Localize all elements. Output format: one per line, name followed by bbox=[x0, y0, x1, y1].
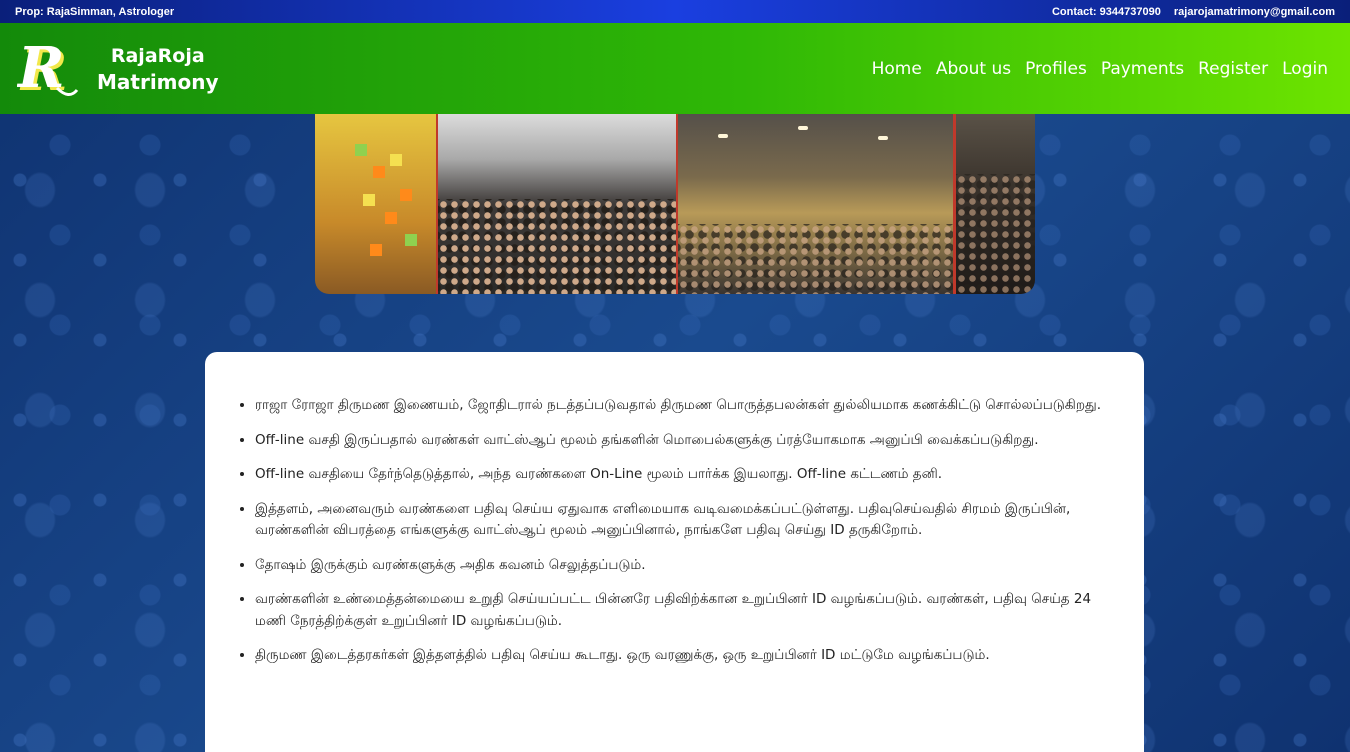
list-item: Off-line வசதி இருப்பதால் வரண்கள் வாட்ஸ்ஆ… bbox=[255, 430, 1114, 452]
list-item: Off-line வசதியை தேர்ந்தெடுத்தால், அந்த வ… bbox=[255, 464, 1114, 486]
top-info-bar: Prop: RajaSimman, Astrologer Contact: 93… bbox=[0, 0, 1350, 23]
brand[interactable]: R R RajaRoja Matrimony bbox=[16, 35, 219, 104]
banner-photo-crowd bbox=[438, 114, 676, 294]
contact-phone: Contact: 9344737090 bbox=[1051, 5, 1161, 18]
list-item: தோஷம் இருக்கும் வரண்களுக்கு அதிக கவனம் ச… bbox=[255, 555, 1114, 577]
list-item: திருமண இடைத்தரகர்கள் இத்தளத்தில் பதிவு ச… bbox=[255, 645, 1114, 667]
nav-profiles[interactable]: Profiles bbox=[1025, 59, 1087, 79]
brand-name[interactable]: RajaRoja Matrimony bbox=[97, 43, 219, 95]
nav-menu: Home About us Profiles Payments Register… bbox=[858, 59, 1328, 79]
list-item: இத்தளம், அனைவரும் வரண்களை பதிவு செய்ய ஏத… bbox=[255, 499, 1114, 542]
banner-photo-lounge bbox=[678, 114, 954, 294]
nav-login[interactable]: Login bbox=[1282, 59, 1328, 79]
banner-photo-people bbox=[956, 114, 1035, 294]
contact-info: Contact: 9344737090 rajarojamatrimony@gm… bbox=[1052, 6, 1335, 18]
nav-register[interactable]: Register bbox=[1198, 59, 1268, 79]
main-navbar: R R RajaRoja Matrimony Home About us Pro… bbox=[0, 23, 1350, 114]
banner-photo-sticky-notes bbox=[315, 114, 436, 294]
info-card: ராஜா ரோஜா திருமண இணையம், ஜோதிடரால் நடத்த… bbox=[205, 352, 1144, 752]
list-item: ராஜா ரோஜா திருமண இணையம், ஜோதிடரால் நடத்த… bbox=[255, 395, 1114, 417]
brand-name-line1: RajaRoja bbox=[110, 44, 205, 67]
brand-logo-icon[interactable]: R R bbox=[16, 35, 79, 104]
nav-home[interactable]: Home bbox=[872, 59, 922, 79]
brand-name-line2: Matrimony bbox=[97, 69, 219, 94]
hero-banner-image bbox=[315, 114, 1035, 294]
contact-email[interactable]: rajarojamatrimony@gmail.com bbox=[1174, 6, 1335, 18]
nav-payments[interactable]: Payments bbox=[1101, 59, 1184, 79]
info-list: ராஜா ரோஜா திருமண இணையம், ஜோதிடரால் நடத்த… bbox=[255, 395, 1114, 667]
list-item: வரண்களின் உண்மைத்தன்மையை உறுதி செய்யப்பட… bbox=[255, 589, 1114, 632]
proprietor-text: Prop: RajaSimman, Astrologer bbox=[15, 5, 175, 18]
svg-text:R: R bbox=[17, 38, 65, 100]
nav-about-us[interactable]: About us bbox=[936, 59, 1011, 79]
